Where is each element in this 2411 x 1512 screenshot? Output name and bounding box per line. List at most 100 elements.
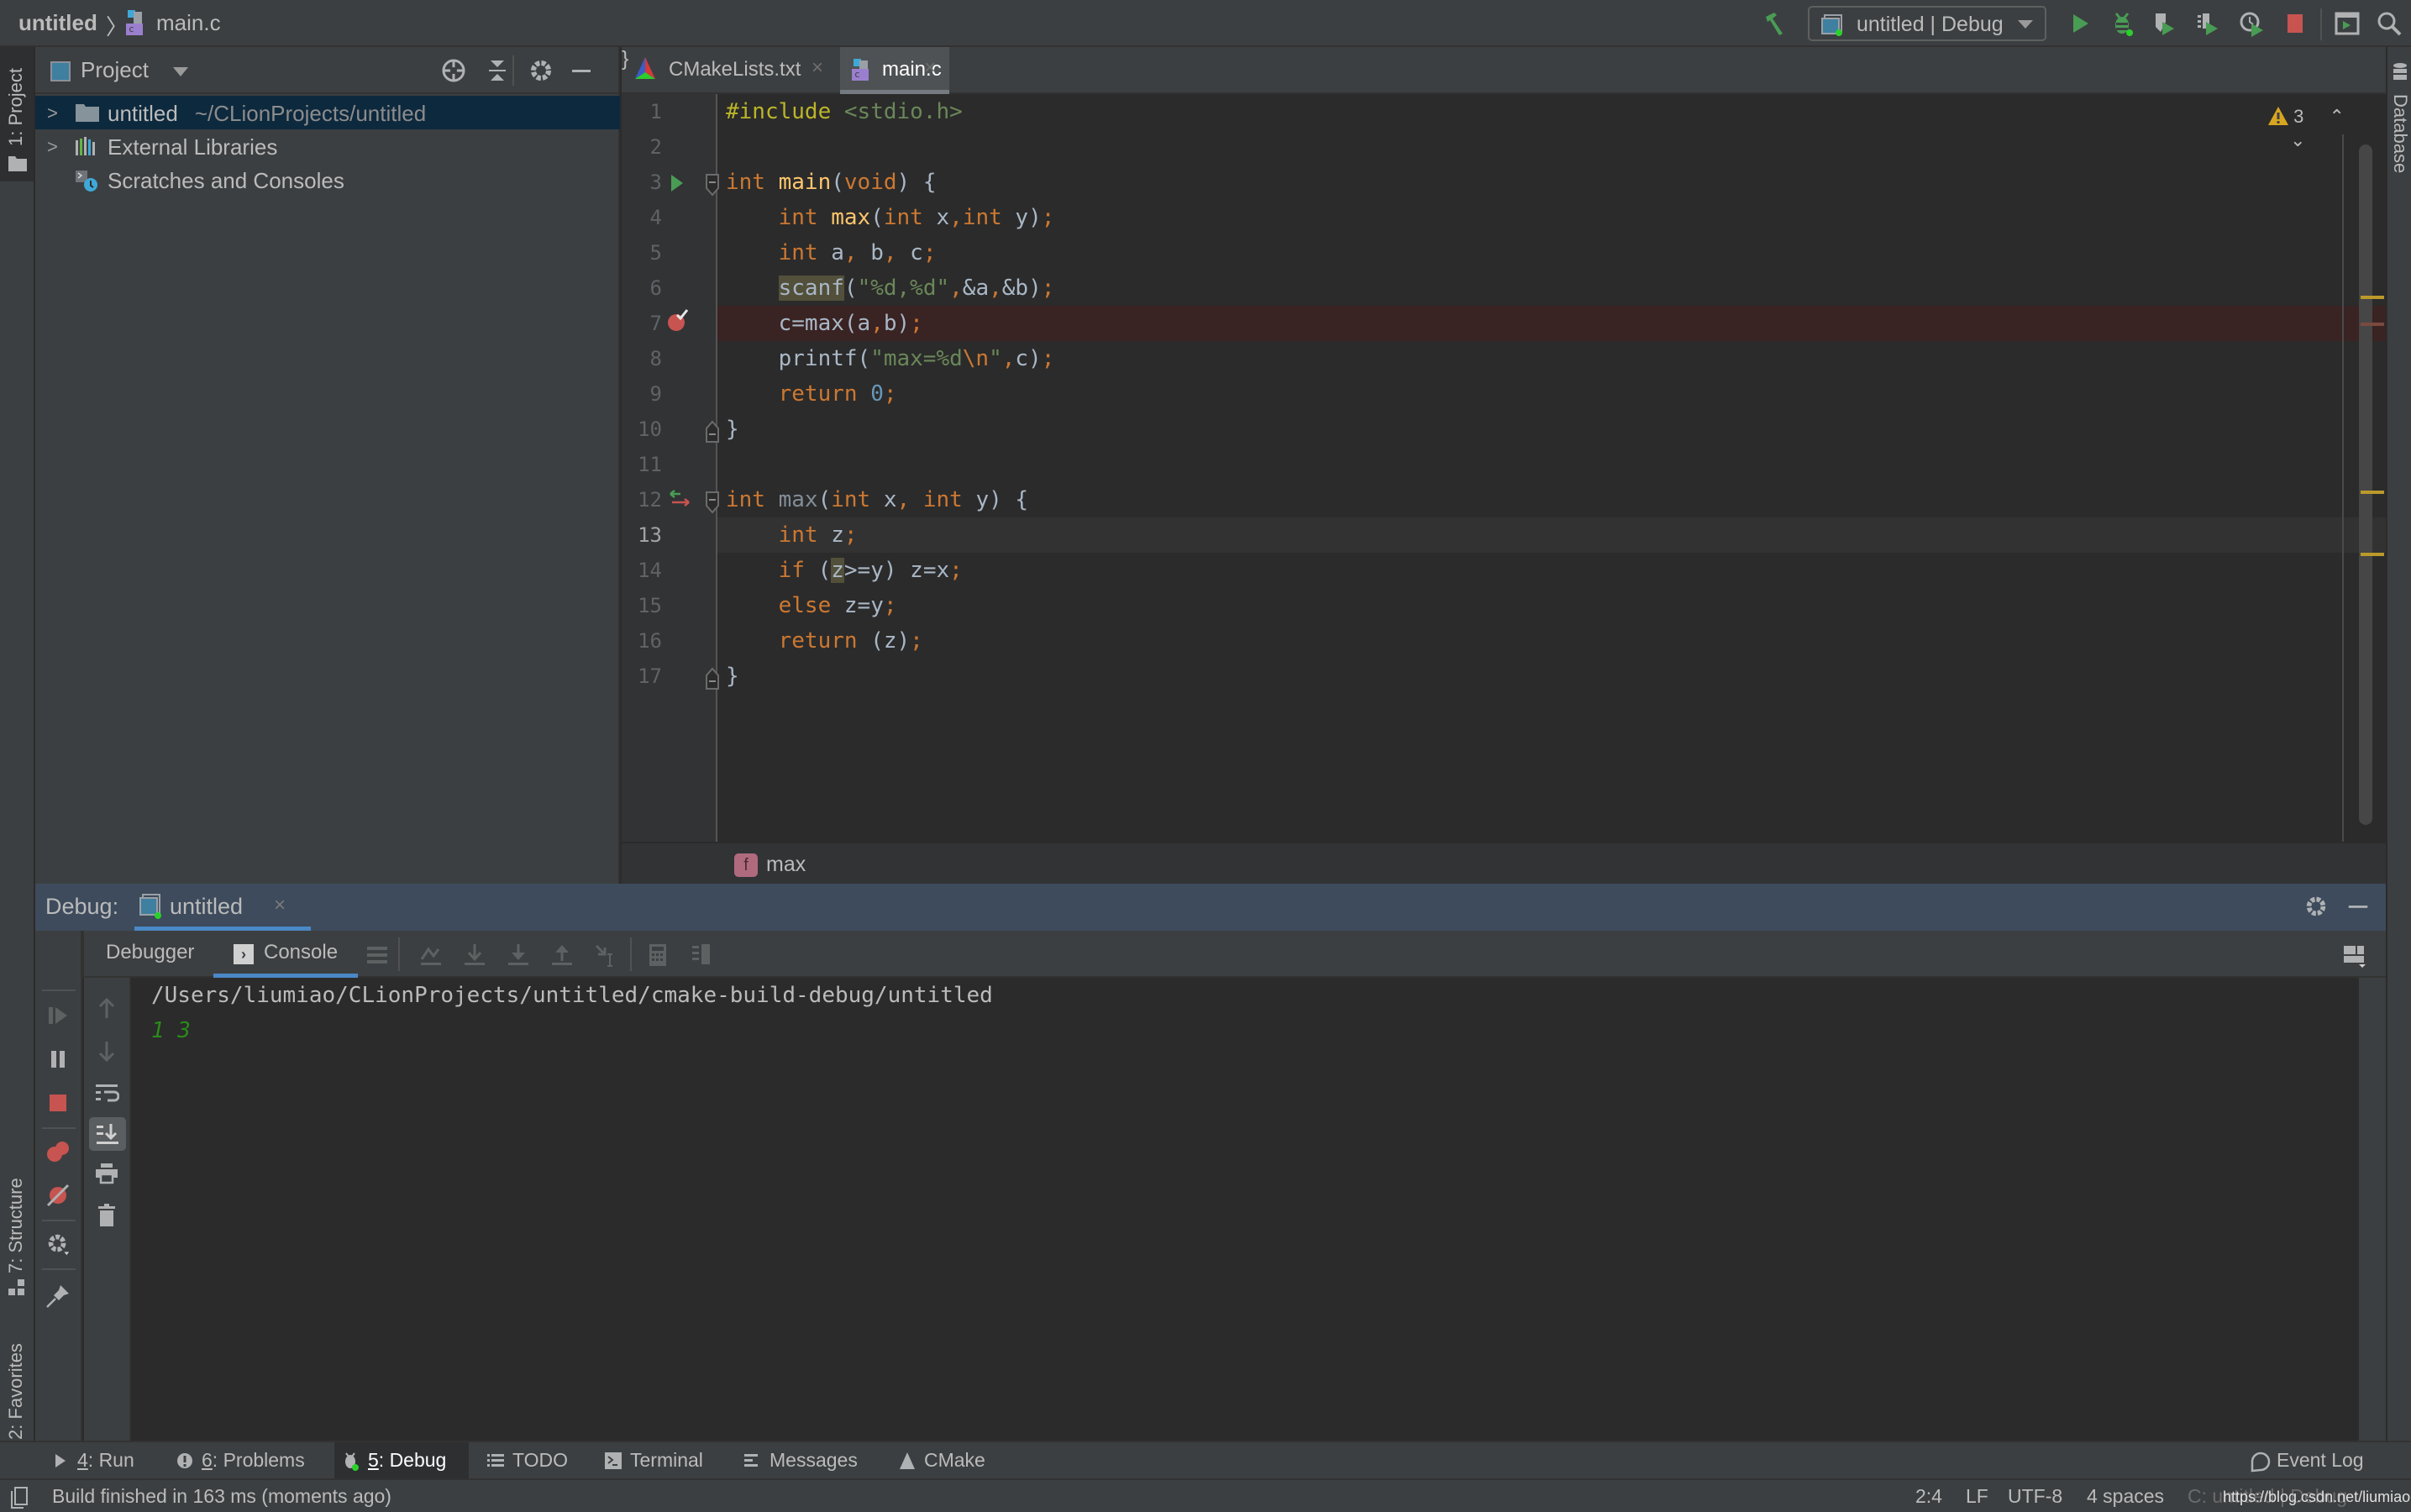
- editor-scrollbar[interactable]: [2359, 144, 2372, 825]
- line-number[interactable]: 4: [622, 206, 662, 229]
- stop-icon[interactable]: [2282, 10, 2309, 37]
- line-number[interactable]: 17: [622, 664, 662, 688]
- mute-breakpoints-icon[interactable]: [45, 1183, 71, 1208]
- code-line[interactable]: return (z);: [726, 623, 923, 659]
- line-number[interactable]: 2: [622, 135, 662, 159]
- tool-window-cmake[interactable]: CMake: [890, 1442, 991, 1478]
- run-to-cursor-icon[interactable]: [593, 942, 618, 968]
- caret-position[interactable]: 2:4: [1915, 1485, 1942, 1508]
- step-out-icon[interactable]: [549, 942, 575, 968]
- fold-end-icon[interactable]: [706, 667, 719, 690]
- collapse-all-icon[interactable]: [484, 57, 511, 84]
- fold-icon[interactable]: [706, 491, 719, 514]
- expand-arrow-icon[interactable]: >: [47, 102, 58, 124]
- debug-icon[interactable]: [2109, 10, 2135, 37]
- layout-menu-icon[interactable]: [365, 942, 390, 968]
- file-encoding[interactable]: UTF-8: [2008, 1485, 2062, 1508]
- expand-arrow-icon[interactable]: >: [47, 136, 58, 158]
- tool-window-todo[interactable]: TODO: [479, 1442, 580, 1478]
- tree-item-scratches[interactable]: Scratches and Consoles: [35, 163, 620, 197]
- line-number[interactable]: 3: [622, 171, 662, 194]
- warning-stripe-mark[interactable]: [2361, 296, 2384, 299]
- run-configuration-selector[interactable]: untitled | Debug: [1808, 6, 2046, 41]
- tool-window-run[interactable]: 4: Run: [44, 1442, 153, 1478]
- line-number[interactable]: 9: [622, 382, 662, 406]
- close-icon[interactable]: ×: [274, 894, 286, 917]
- line-number[interactable]: 11: [622, 453, 662, 476]
- code-line[interactable]: else z=y;: [726, 588, 897, 623]
- gear-icon[interactable]: [2303, 894, 2329, 919]
- breakpoint-stripe-mark[interactable]: [2361, 323, 2384, 326]
- code-line[interactable]: printf("max=%d\n",c);: [726, 341, 1055, 376]
- line-number[interactable]: 8: [622, 347, 662, 370]
- run-with-coverage-icon[interactable]: [2151, 10, 2177, 37]
- code-line[interactable]: }: [726, 412, 739, 447]
- soft-wrap-icon[interactable]: [94, 1080, 119, 1105]
- tool-window-debug[interactable]: 5: Debug: [334, 1442, 469, 1478]
- line-number[interactable]: 14: [622, 559, 662, 582]
- debug-console-output[interactable]: /Users/liumiao/CLionProjects/untitled/cm…: [133, 978, 2359, 1441]
- breadcrumb-function[interactable]: max: [766, 853, 806, 877]
- print-icon[interactable]: [94, 1161, 119, 1186]
- override-gutter-icon[interactable]: [669, 489, 692, 509]
- code-line[interactable]: return 0;: [726, 376, 897, 412]
- tab-main-c[interactable]: c main.c ×: [840, 47, 949, 94]
- trace-current-stream-icon[interactable]: [689, 942, 714, 968]
- breakpoint-verified-icon[interactable]: [665, 309, 689, 333]
- code-line[interactable]: if (z>=y) z=x;: [726, 553, 963, 588]
- fold-icon[interactable]: [706, 173, 719, 197]
- line-number[interactable]: 15: [622, 594, 662, 617]
- tree-item-external-libraries[interactable]: > External Libraries: [35, 129, 620, 163]
- minimize-icon[interactable]: [2345, 894, 2371, 919]
- code-line[interactable]: int max(int x, int y) {: [726, 482, 1028, 517]
- line-number[interactable]: 5: [622, 241, 662, 265]
- stripe-tab-database[interactable]: Database: [2389, 94, 2411, 173]
- tab-cmakelists[interactable]: CMakeLists.txt × }: [622, 47, 838, 92]
- fold-end-icon[interactable]: [706, 420, 719, 444]
- stop-icon[interactable]: [45, 1090, 71, 1116]
- resume-program-icon[interactable]: [45, 1003, 71, 1028]
- line-number[interactable]: 13: [622, 523, 662, 547]
- warning-stripe-mark[interactable]: [2361, 553, 2384, 556]
- pin-tab-icon[interactable]: [45, 1284, 71, 1309]
- view-breakpoints-icon[interactable]: [45, 1139, 71, 1164]
- line-number[interactable]: 12: [622, 488, 662, 512]
- line-number[interactable]: 10: [622, 417, 662, 441]
- tree-item-project-root[interactable]: > untitled ~/CLionProjects/untitled: [35, 96, 620, 129]
- code-line[interactable]: int z;: [726, 517, 858, 553]
- code-line[interactable]: int max(int x,int y);: [726, 200, 1055, 235]
- breadcrumb-project[interactable]: untitled: [18, 10, 97, 36]
- line-separator[interactable]: LF: [1966, 1485, 1988, 1508]
- down-arrow-icon[interactable]: [94, 1038, 119, 1063]
- status-message[interactable]: Build finished in 163 ms (moments ago): [52, 1485, 391, 1508]
- restore-layout-icon[interactable]: [2342, 942, 2367, 968]
- up-arrow-icon[interactable]: [94, 996, 119, 1021]
- clear-all-icon[interactable]: [94, 1203, 119, 1228]
- line-number[interactable]: 16: [622, 629, 662, 653]
- debug-session-tab[interactable]: untitled ×: [134, 884, 311, 931]
- stripe-tab-project[interactable]: 1: Project: [0, 47, 34, 181]
- code-line[interactable]: }: [726, 659, 739, 694]
- line-number[interactable]: 6: [622, 276, 662, 300]
- step-into-icon[interactable]: [462, 942, 487, 968]
- code-editor[interactable]: 1 2 3 4 5 6 7 8 9 10 11 12 13 14 15 16 17 #include <stdi…: [622, 94, 2386, 842]
- code-line[interactable]: int a, b, c;: [726, 235, 937, 270]
- profile-icon[interactable]: [2238, 10, 2265, 37]
- line-number[interactable]: 1: [622, 100, 662, 123]
- force-step-into-icon[interactable]: [506, 942, 531, 968]
- indent-setting[interactable]: 4 spaces: [2087, 1485, 2164, 1508]
- build-hammer-icon[interactable]: [1762, 10, 1789, 37]
- tool-window-terminal[interactable]: Terminal: [596, 1442, 722, 1478]
- run-with-profiler-icon[interactable]: [2194, 10, 2221, 37]
- close-icon[interactable]: ×: [812, 56, 823, 80]
- scroll-to-end-toggle[interactable]: [89, 1117, 126, 1151]
- search-everywhere-icon[interactable]: [2376, 10, 2403, 37]
- stripe-tab-structure[interactable]: 7: Structure: [0, 1114, 34, 1299]
- line-number[interactable]: 7: [622, 312, 662, 335]
- breadcrumb-file[interactable]: main.c: [156, 10, 221, 36]
- toggle-tool-windows-icon[interactable]: [10, 1487, 29, 1509]
- code-line[interactable]: scanf("%d,%d",&a,&b);: [726, 270, 1054, 306]
- warning-stripe-mark[interactable]: [2361, 491, 2384, 494]
- pause-program-icon[interactable]: [45, 1047, 71, 1072]
- code-line[interactable]: int main(void) {: [726, 165, 937, 200]
